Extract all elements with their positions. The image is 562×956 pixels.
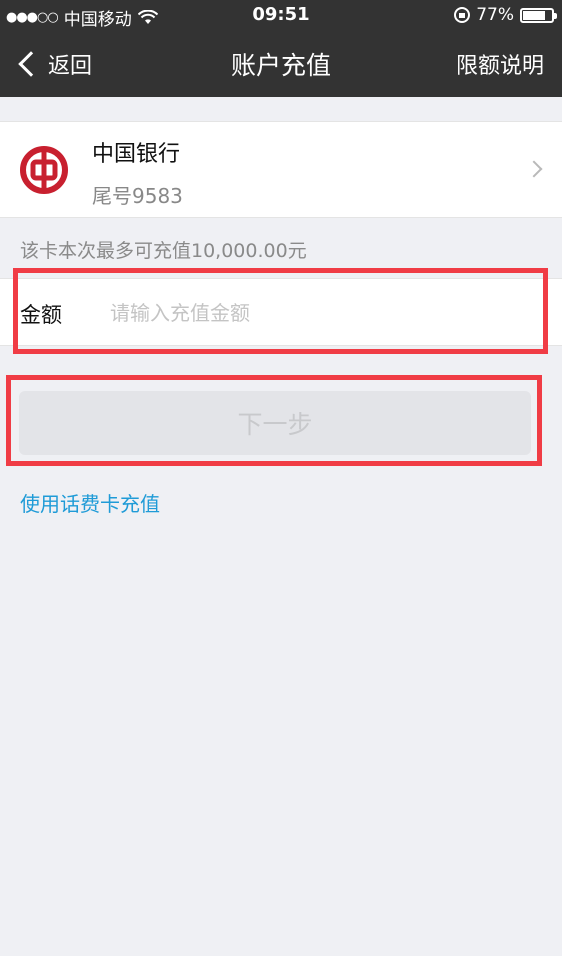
battery-percent: 77%	[476, 5, 514, 25]
card-tail-number: 尾号9583	[92, 184, 183, 208]
bank-card-selector[interactable]: 中国银行 尾号9583	[0, 121, 562, 218]
chevron-right-icon	[525, 160, 543, 178]
status-bar: ●●●○○ 中国移动 09:51 77%	[0, 0, 562, 30]
amount-label: 金额	[20, 303, 62, 327]
next-step-button[interactable]: 下一步	[19, 391, 531, 455]
phone-card-recharge-link[interactable]: 使用话费卡充值	[20, 488, 160, 517]
bank-of-china-logo-icon	[20, 146, 68, 194]
navigation-bar: 返回 账户充值 限额说明	[0, 30, 562, 97]
amount-field-row: 金额	[0, 278, 562, 346]
battery-fill	[523, 10, 545, 20]
bank-name: 中国银行	[92, 142, 181, 167]
recharge-limit-hint: 该卡本次最多可充值10,000.00元	[20, 240, 307, 262]
rotation-lock-icon	[454, 7, 471, 23]
battery-icon	[520, 7, 557, 23]
top-bar: ●●●○○ 中国移动 09:51 77% 返回 账户充值 限额说明	[0, 0, 562, 97]
amount-input[interactable]	[110, 293, 530, 333]
limit-info-button[interactable]: 限额说明	[456, 48, 544, 80]
